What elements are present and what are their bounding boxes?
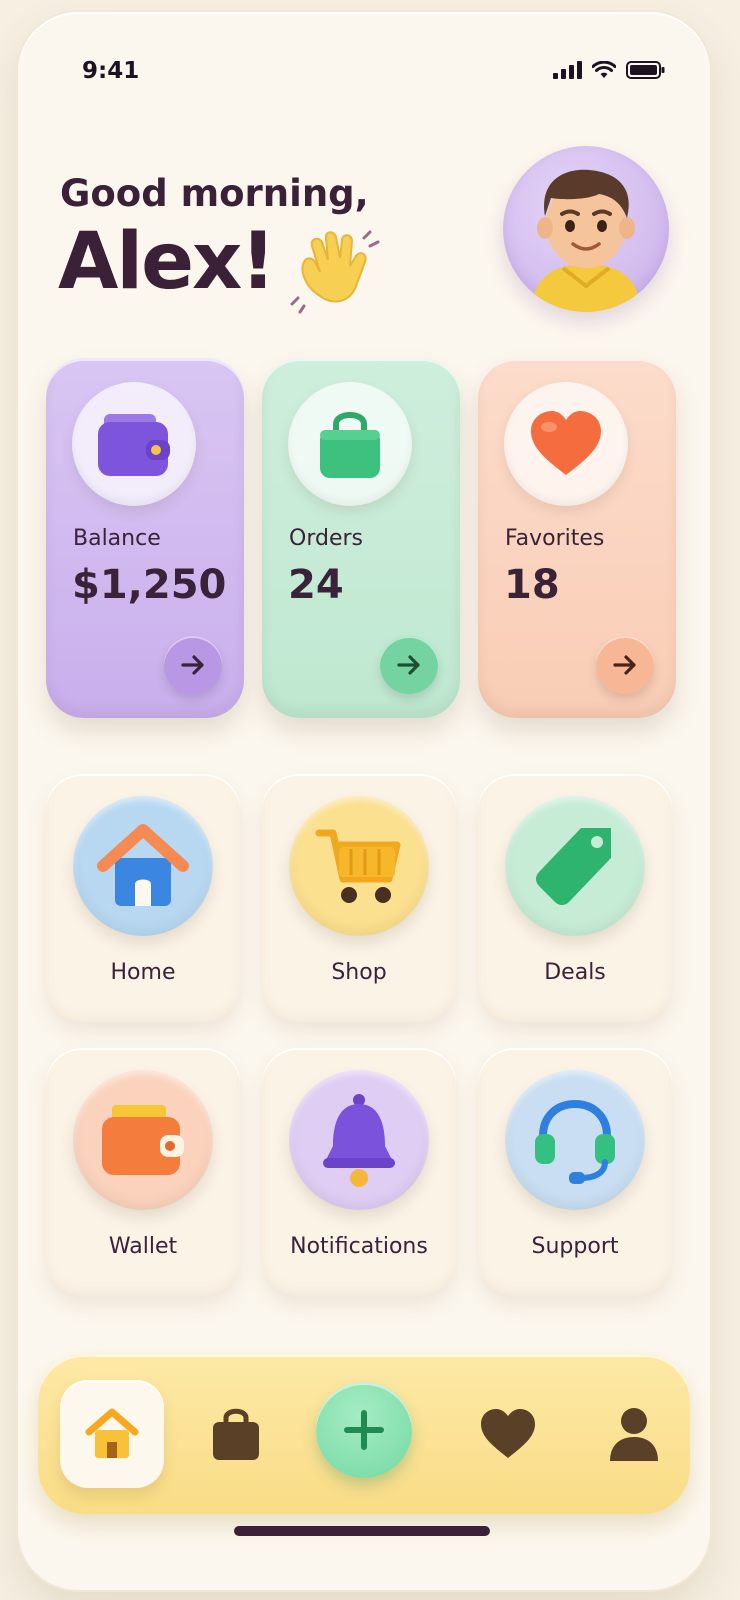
tile-home[interactable]: Home — [46, 774, 240, 1022]
phone-screen: 9:41 Good morning, Alex! Balance $1,250 … — [18, 12, 710, 1590]
arrow-right-icon — [397, 655, 420, 675]
tile-deals-label: Deals — [544, 960, 606, 985]
tile-notifications-label: Notifications — [290, 1234, 428, 1259]
user-name: Alex! — [58, 217, 276, 307]
balance-icon-badge — [72, 382, 196, 506]
orders-icon-badge — [288, 382, 412, 506]
notifications-icon-circle — [289, 1070, 429, 1210]
signal-icon — [553, 61, 582, 79]
support-icon-circle — [505, 1070, 645, 1210]
nav-profile[interactable] — [582, 1380, 686, 1488]
home-icon — [85, 1408, 139, 1458]
house-icon — [97, 824, 189, 906]
bag-icon — [213, 1408, 259, 1460]
favorites-arrow-button[interactable] — [596, 636, 654, 694]
home-icon-circle — [73, 796, 213, 936]
balance-arrow-button[interactable] — [164, 636, 222, 694]
tile-shop[interactable]: Shop — [262, 774, 456, 1022]
tile-support-label: Support — [531, 1234, 619, 1259]
add-icon — [344, 1410, 384, 1450]
home-indicator[interactable] — [234, 1526, 490, 1536]
shopping-bag-icon — [320, 412, 380, 478]
status-time: 9:41 — [82, 58, 140, 84]
wallet-icon — [98, 414, 170, 476]
orders-value: 24 — [288, 562, 344, 608]
headset-icon — [535, 1099, 615, 1184]
tile-wallet[interactable]: Wallet — [46, 1048, 240, 1296]
tile-support[interactable]: Support — [478, 1048, 672, 1296]
balance-card[interactable]: Balance $1,250 — [46, 358, 244, 718]
wallet-icon — [102, 1105, 184, 1175]
arrow-right-icon — [613, 655, 636, 675]
heart-icon — [531, 411, 601, 475]
favorites-value: 18 — [504, 562, 560, 608]
arrow-right-icon — [181, 655, 204, 675]
deals-icon-circle — [505, 796, 645, 936]
tile-deals[interactable]: Deals — [478, 774, 672, 1022]
avatar[interactable] — [503, 146, 669, 312]
bell-icon — [323, 1094, 395, 1187]
tile-shop-label: Shop — [331, 960, 387, 985]
orders-arrow-button[interactable] — [380, 636, 438, 694]
waving-hand-icon — [290, 230, 380, 314]
wallet-icon-circle — [73, 1070, 213, 1210]
battery-icon — [626, 61, 665, 79]
tile-home-label: Home — [110, 960, 176, 985]
avatar-illustration — [531, 169, 641, 312]
orders-card[interactable]: Orders 24 — [262, 358, 460, 718]
tile-wallet-label: Wallet — [108, 1234, 178, 1259]
tag-icon — [536, 828, 611, 905]
greeting-text: Good morning, — [60, 172, 369, 215]
profile-icon — [610, 1408, 658, 1461]
favorites-icon-badge — [504, 382, 628, 506]
cart-icon — [315, 829, 401, 903]
nav-bag[interactable] — [184, 1380, 288, 1488]
favorites-label: Favorites — [505, 526, 605, 551]
wifi-icon — [592, 61, 616, 78]
bottom-nav — [38, 1354, 690, 1514]
heart-icon — [481, 1409, 535, 1458]
favorites-card[interactable]: Favorites 18 — [478, 358, 676, 718]
shop-icon-circle — [289, 796, 429, 936]
orders-label: Orders — [289, 526, 363, 551]
tile-notifications[interactable]: Notifications — [262, 1048, 456, 1296]
status-icons — [553, 60, 666, 80]
nav-favorites[interactable] — [456, 1380, 560, 1488]
balance-label: Balance — [73, 526, 161, 551]
nav-add-button[interactable] — [316, 1382, 412, 1478]
balance-value: $1,250 — [72, 562, 227, 608]
nav-home[interactable] — [60, 1380, 164, 1488]
